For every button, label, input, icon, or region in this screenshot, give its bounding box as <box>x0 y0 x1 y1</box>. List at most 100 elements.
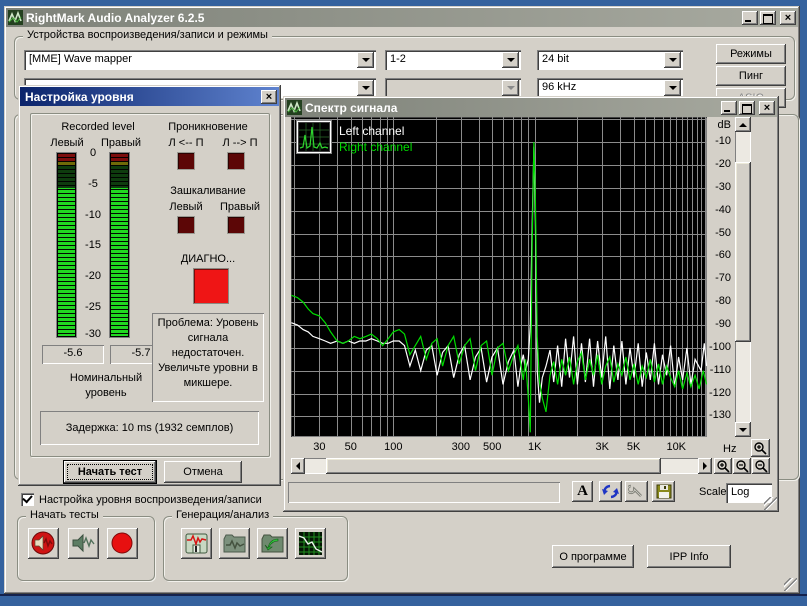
level-setup-checkbox[interactable] <box>21 492 34 506</box>
devices-group-label: Устройства воспроизведения/записи и режи… <box>23 29 272 41</box>
problem-line-4: Увеличьте уровни в <box>158 362 258 374</box>
delay-value: Задержка: 10 ms (1932 семплов) <box>65 422 234 434</box>
recorded-level-label: Recorded level <box>61 121 135 133</box>
x-tick-label: 50 <box>344 441 357 453</box>
minimize-button[interactable] <box>742 10 758 25</box>
device2-combo-arrow[interactable] <box>357 80 374 96</box>
channels-combo-arrow[interactable] <box>502 52 519 68</box>
spectrum-close-button[interactable]: × <box>759 100 775 115</box>
record-button[interactable] <box>107 528 138 559</box>
modes-button[interactable]: Режимы <box>716 44 786 64</box>
y-axis-labels: dB -10 -20 -30 -40 -50 -60 -70 -80 -90 -100 -110 -1… <box>707 117 733 437</box>
generation-group-label: Генерация/анализ <box>172 509 274 521</box>
open-signal-button <box>219 528 250 559</box>
rate-combo-arrow[interactable] <box>664 80 681 96</box>
save-signal-button[interactable] <box>181 528 212 559</box>
y-tick-label: -70 <box>715 272 731 285</box>
channels2-combo-arrow <box>502 80 519 96</box>
speaker-green-icon <box>72 533 95 553</box>
horizontal-scrollbar[interactable] <box>291 458 712 474</box>
y-tick-label: -40 <box>715 203 731 216</box>
bits-combo-arrow[interactable] <box>664 52 681 68</box>
play-test-button[interactable] <box>28 528 59 559</box>
zoom-out-x-button[interactable] <box>733 458 751 474</box>
crosstalk-lr-label: Л <-- П <box>168 137 204 149</box>
main-resize-grip[interactable] <box>784 578 797 591</box>
spectrum-plot[interactable]: Left channel Right channel <box>291 117 707 437</box>
legend-thumbnail-button[interactable] <box>299 123 329 151</box>
analyze-button[interactable] <box>295 528 326 559</box>
settings-wrench-button[interactable] <box>625 481 648 502</box>
zoom-fit-button[interactable] <box>752 458 770 474</box>
meter-scale-0: 0 <box>89 147 97 159</box>
channels-combo-value: 1-2 <box>390 53 406 65</box>
close-button[interactable]: × <box>780 10 796 25</box>
device-combo-value: [MME] Wave mapper <box>29 53 132 65</box>
device-combo[interactable]: [MME] Wave mapper <box>24 50 376 70</box>
save-button[interactable] <box>652 481 675 502</box>
spectrum-resize-grip[interactable] <box>764 497 777 510</box>
vertical-scroll-thumb[interactable] <box>735 162 751 342</box>
start-test-button[interactable]: Начать тест <box>64 461 156 483</box>
nominal-level-label: Номинальный уровень <box>69 372 143 399</box>
problem-line-5: микшере. <box>183 377 233 389</box>
spectrum-titlebar[interactable]: Спектр сигнала × <box>285 98 777 117</box>
vertical-scrollbar[interactable] <box>735 117 751 437</box>
meter-scale-5: -5 <box>88 178 98 190</box>
scale-label: Scale <box>699 486 727 498</box>
ipp-info-button[interactable]: IPP Info <box>647 545 731 568</box>
refresh-button[interactable] <box>599 481 622 502</box>
y-tick-label: -10 <box>715 135 731 148</box>
x-axis-labels: 30 50 100 300 500 1K 3K 5K 10K <box>291 439 707 453</box>
level-dialog: Настройка уровня × Recorded level Левый … <box>18 85 281 486</box>
spectrum-minimize-button[interactable] <box>721 100 737 115</box>
x-tick-label: 300 <box>451 441 471 453</box>
hz-axis-label: Hz <box>723 443 737 455</box>
zoom-in-y-button[interactable] <box>751 439 770 457</box>
rate-combo[interactable]: 96 kHz <box>537 78 683 98</box>
window-title: RightMark Audio Analyzer 6.2.5 <box>26 10 205 25</box>
start-tests-group-label: Начать тесты <box>26 509 103 521</box>
vu-meter-right <box>110 153 129 337</box>
level-dialog-close-button[interactable]: × <box>261 89 277 104</box>
load-curve-button[interactable] <box>257 528 288 559</box>
bits-combo[interactable]: 24 bit <box>537 50 683 70</box>
meter-scale-15: -15 <box>85 239 101 251</box>
spectrum-logo-icon <box>287 100 302 115</box>
channels2-combo-value <box>385 78 500 98</box>
channels-combo[interactable]: 1-2 <box>385 50 521 70</box>
wav-folder-icon <box>223 534 246 553</box>
font-button[interactable]: A <box>572 481 593 502</box>
meter-scale-20: -20 <box>85 270 101 282</box>
y-tick-label: -20 <box>715 158 731 170</box>
x-tick-label: 30 <box>313 441 326 453</box>
maximize-button[interactable] <box>760 10 776 25</box>
clip-right-indicator <box>228 217 244 233</box>
scroll-left-button[interactable] <box>291 458 305 474</box>
x-tick-label: 100 <box>384 441 403 453</box>
y-tick-label: -90 <box>715 318 731 330</box>
cancel-button[interactable]: Отмена <box>164 461 242 483</box>
diagnosis-indicator <box>194 269 228 303</box>
crosstalk-rl-indicator <box>228 153 244 169</box>
play-signal-button[interactable] <box>68 528 99 559</box>
problem-line-1: Проблема: Уровень <box>157 317 259 329</box>
horizontal-scroll-thumb[interactable] <box>326 458 661 474</box>
about-button[interactable]: О программе <box>552 545 634 568</box>
spectrum-maximize-button[interactable] <box>739 100 755 115</box>
desktop-frame: RightMark Audio Analyzer 6.2.5 × Устройс… <box>0 0 807 606</box>
db-axis-label: dB <box>717 119 731 131</box>
record-circle-icon <box>111 532 133 554</box>
crosstalk-lr-indicator <box>178 153 194 169</box>
device-combo-arrow[interactable] <box>357 52 374 68</box>
level-dialog-titlebar[interactable]: Настройка уровня × <box>20 87 279 106</box>
ping-button[interactable]: Пинг <box>716 66 786 86</box>
spectrum-window: Спектр сигнала × Left channel Right chan… <box>283 96 779 512</box>
scroll-down-button[interactable] <box>735 422 751 437</box>
zoom-in-x-button[interactable] <box>714 458 732 474</box>
scroll-right-button[interactable] <box>698 458 712 474</box>
scroll-up-button[interactable] <box>735 117 751 132</box>
series-right-channel <box>291 142 707 433</box>
legend-left-channel: Left channel <box>339 124 405 138</box>
main-titlebar[interactable]: RightMark Audio Analyzer 6.2.5 × <box>6 8 798 27</box>
